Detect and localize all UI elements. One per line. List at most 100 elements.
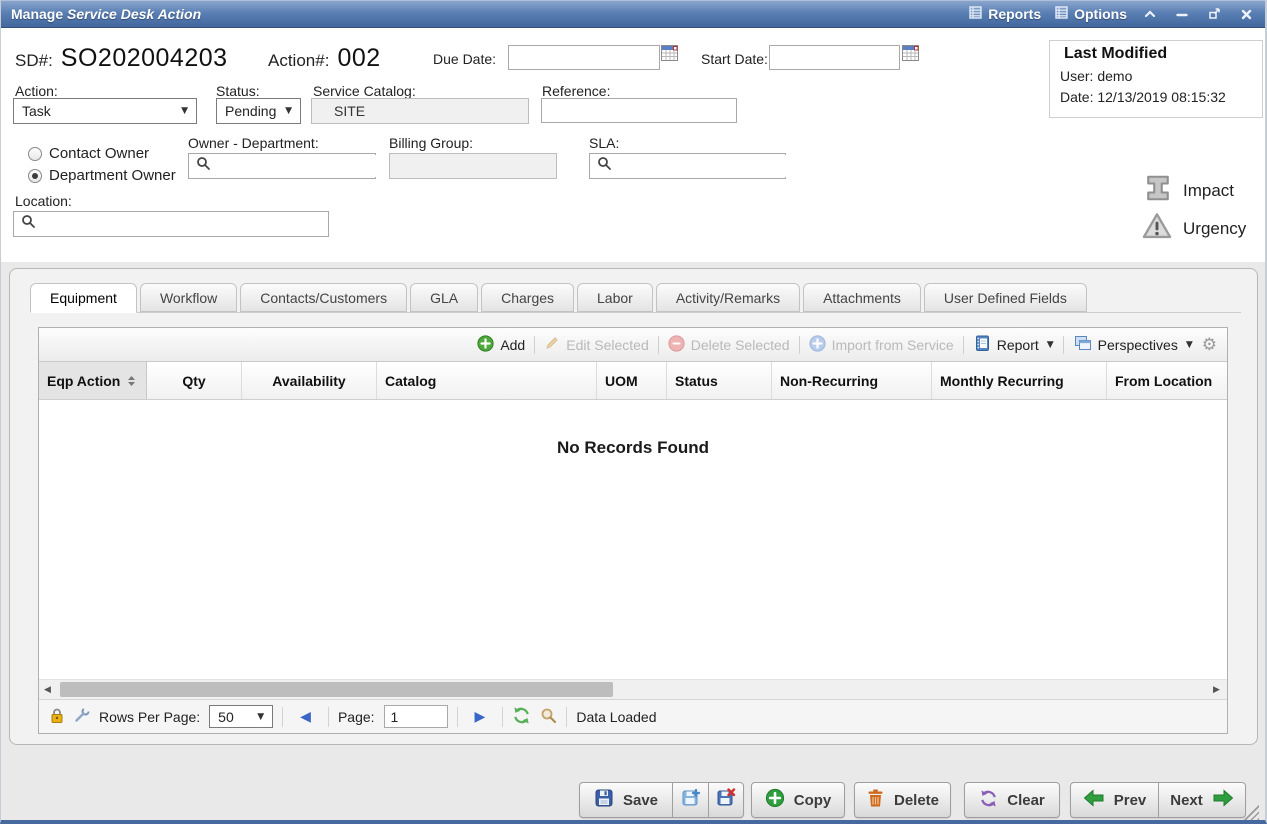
gear-icon[interactable]: ⚙ <box>1202 335 1217 355</box>
search-icon <box>21 214 36 234</box>
collapse-icon[interactable] <box>1141 6 1159 22</box>
urgency-indicator[interactable]: Urgency <box>1141 211 1246 246</box>
tab-user-defined-fields[interactable]: User Defined Fields <box>924 283 1087 312</box>
action-number-value: 002 <box>337 44 380 73</box>
column-header-status[interactable]: Status <box>667 362 772 399</box>
tab-activity-remarks[interactable]: Activity/Remarks <box>656 283 800 312</box>
column-header-availability[interactable]: Availability <box>242 362 377 399</box>
remove-icon <box>668 335 685 355</box>
report-dropdown-button[interactable]: Report ▼ <box>973 334 1054 355</box>
import-from-service-button[interactable]: Import from Service <box>809 335 954 355</box>
delete-selected-button[interactable]: Delete Selected <box>668 335 790 355</box>
sla-input[interactable] <box>616 155 797 177</box>
perspectives-dropdown-button[interactable]: Perspectives ▼ <box>1073 334 1193 355</box>
add-button[interactable]: Add <box>477 335 525 355</box>
column-header-uom[interactable]: UOM <box>597 362 667 399</box>
owner-department-field[interactable] <box>188 153 376 179</box>
options-menu-button[interactable]: Options <box>1055 6 1127 22</box>
wrench-icon[interactable] <box>74 707 90 726</box>
tab-workflow[interactable]: Workflow <box>140 283 237 312</box>
action-label: Action: <box>15 83 58 99</box>
chevron-down-icon: ▼ <box>257 712 264 722</box>
save-and-close-button[interactable] <box>708 782 744 818</box>
status-select[interactable]: Pending▼ <box>216 98 301 124</box>
previous-page-icon[interactable]: ◀ <box>292 709 319 725</box>
last-modified-date: Date: 12/13/2019 08:15:32 <box>1060 89 1252 105</box>
lock-icon[interactable] <box>49 707 65 727</box>
column-header-non-recurring[interactable]: Non-Recurring <box>772 362 932 399</box>
tab-equipment[interactable]: Equipment <box>30 283 137 313</box>
arrow-left-icon <box>1083 789 1105 811</box>
tab-attachments[interactable]: Attachments <box>803 283 921 312</box>
billing-group-label: Billing Group: <box>389 135 473 151</box>
rows-per-page-select[interactable]: 50▼ <box>209 705 273 728</box>
due-date-calendar-icon[interactable] <box>661 45 678 66</box>
quick-search-icon[interactable] <box>540 707 557 727</box>
scrollbar-thumb[interactable] <box>60 682 613 697</box>
tab-labor[interactable]: Labor <box>577 283 653 312</box>
column-header-catalog[interactable]: Catalog <box>377 362 597 399</box>
location-field[interactable] <box>13 211 329 237</box>
report-notebook-icon <box>973 334 991 355</box>
start-date-calendar-icon[interactable] <box>902 45 919 66</box>
due-date-input[interactable] <box>508 45 660 70</box>
reference-label: Reference: <box>542 83 610 99</box>
copy-button[interactable]: Copy <box>751 782 845 818</box>
impact-indicator[interactable]: Impact <box>1143 173 1234 208</box>
lower-region: Equipment Workflow Contacts/Customers GL… <box>1 262 1265 820</box>
save-button[interactable]: Save <box>579 782 672 818</box>
column-header-qty[interactable]: Qty <box>147 362 242 399</box>
clear-refresh-icon <box>979 789 998 812</box>
action-select[interactable]: Task▼ <box>13 98 197 124</box>
horizontal-scrollbar[interactable]: ◀ ▶ <box>39 679 1227 700</box>
pencil-icon <box>544 335 560 354</box>
tab-contacts-customers[interactable]: Contacts/Customers <box>240 283 407 312</box>
sd-number-value: SO202004203 <box>61 44 228 73</box>
save-and-new-button[interactable] <box>672 782 708 818</box>
close-icon[interactable] <box>1237 6 1255 22</box>
import-icon <box>809 335 826 355</box>
save-close-floppy-icon <box>716 788 736 812</box>
column-header-eqp-action[interactable]: Eqp Action <box>39 362 147 399</box>
next-button[interactable]: Next <box>1158 782 1246 818</box>
page-number-input[interactable] <box>384 705 448 728</box>
scroll-left-icon[interactable]: ◀ <box>39 685 56 695</box>
next-page-icon[interactable]: ▶ <box>467 709 494 725</box>
sort-icon <box>128 376 135 386</box>
chevron-down-icon: ▼ <box>181 106 188 116</box>
edit-selected-button[interactable]: Edit Selected <box>544 335 649 354</box>
clear-button[interactable]: Clear <box>964 782 1060 818</box>
prev-button[interactable]: Prev <box>1070 782 1158 818</box>
save-floppy-icon <box>594 788 614 812</box>
billing-group-field <box>389 153 557 179</box>
tab-charges[interactable]: Charges <box>481 283 574 312</box>
tab-gla[interactable]: GLA <box>410 283 478 312</box>
reference-input[interactable] <box>541 98 737 123</box>
pager-separator <box>566 707 567 727</box>
start-date-input[interactable] <box>769 45 900 70</box>
action-header: SD#: SO202004203 Action#: 002 Due Date: … <box>1 28 1265 262</box>
reports-menu-button[interactable]: Reports <box>969 6 1041 22</box>
radio-selected-icon <box>28 169 42 183</box>
scroll-right-icon[interactable]: ▶ <box>1208 685 1225 695</box>
service-desk-action-window: Manage Service Desk Action Reports Optio… <box>0 0 1267 824</box>
grid-header-row: Eqp Action Qty Availability Catalog UOM … <box>39 362 1227 400</box>
department-owner-radio[interactable]: Department Owner <box>28 167 176 184</box>
sla-field[interactable] <box>589 153 786 179</box>
minimize-icon[interactable] <box>1173 6 1191 22</box>
save-button-group: Save <box>579 782 744 818</box>
column-header-monthly-recurring[interactable]: Monthly Recurring <box>932 362 1107 399</box>
location-input[interactable] <box>40 213 328 235</box>
urgency-warning-icon <box>1141 211 1173 246</box>
contact-owner-radio[interactable]: Contact Owner <box>28 145 149 162</box>
column-header-from-location[interactable]: From Location <box>1107 362 1227 399</box>
chevron-down-icon: ▼ <box>1047 340 1054 350</box>
grid-toolbar: Add Edit Selected Delete Selected <box>39 328 1227 362</box>
toolbar-separator <box>658 336 659 354</box>
sla-label: SLA: <box>589 135 619 151</box>
add-icon <box>477 335 494 355</box>
owner-department-input[interactable] <box>215 155 396 177</box>
delete-button[interactable]: Delete <box>854 782 951 818</box>
popout-icon[interactable] <box>1205 6 1223 22</box>
refresh-icon[interactable] <box>512 706 531 728</box>
